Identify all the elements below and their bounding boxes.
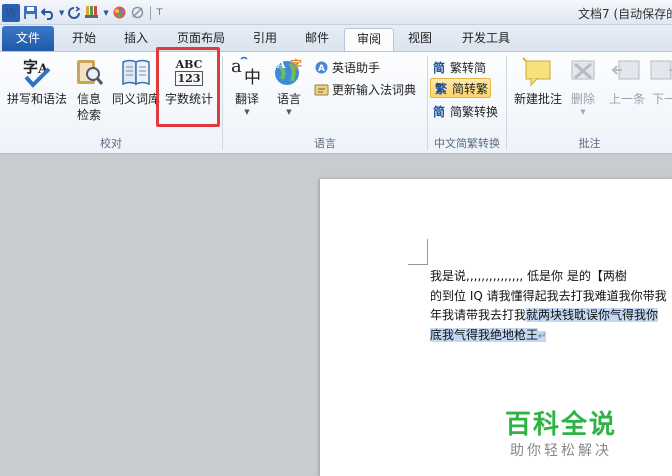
- group-chinese-conversion: 简 繁转简 繁 简转繁 简 简繁转换 中文简繁转换: [428, 52, 506, 154]
- thesaurus-button[interactable]: 同义词库: [110, 55, 162, 107]
- language-dropdown-icon[interactable]: ▼: [286, 107, 291, 117]
- toolbar-separator: [149, 5, 151, 20]
- thesaurus-label: 同义词库: [111, 92, 160, 106]
- watermark-logo: 百科全说 助你轻松解决: [500, 409, 622, 461]
- undo-dropdown-icon[interactable]: ▼: [59, 4, 64, 22]
- tab-references[interactable]: 引用: [243, 28, 287, 51]
- previous-comment-button[interactable]: 上一条: [605, 55, 649, 107]
- doc-line-1: 我是说,,,,,,,,,,,,,,, 低是你 是的【两樹: [430, 269, 627, 283]
- english-assistant-label: 英语助手: [332, 60, 381, 75]
- new-comment-icon: [521, 55, 555, 89]
- ribbon-review: 字 A 拼写和语法 信息 检索 同义词库 ABC 123 字数统计 校对 a 中…: [0, 51, 672, 154]
- translate-icon: a 中: [230, 55, 264, 89]
- group-label-proofing: 校对: [100, 137, 122, 150]
- new-comment-button[interactable]: 新建批注: [511, 55, 565, 107]
- watermark-sub-text: 助你轻松解决: [510, 443, 612, 459]
- update-ime-label: 更新输入法词典: [332, 82, 417, 97]
- simp-to-trad-label: 简转繁: [452, 81, 489, 96]
- painter-dropdown-icon[interactable]: ▼: [103, 4, 108, 22]
- spelling-grammar-button[interactable]: 字 A 拼写和语法: [3, 55, 71, 107]
- language-icon: 字 A: [272, 55, 306, 89]
- trad-to-simp-icon: 简: [432, 60, 445, 75]
- spelling-icon: 字 A: [20, 55, 54, 89]
- save-icon[interactable]: [23, 4, 38, 22]
- svg-text:A: A: [276, 58, 286, 71]
- previous-comment-icon: [610, 55, 644, 89]
- title-bar: W ▼ ▼ ⊤ 文档7 (自动保存的: [0, 0, 672, 25]
- document-page[interactable]: 我是说,,,,,,,,,,,,,,, 低是你 是的【两樹 的到位 IQ 请我懂得…: [320, 179, 672, 476]
- svg-text:中: 中: [244, 68, 261, 88]
- format-painter-icon[interactable]: [84, 4, 100, 22]
- tab-developer[interactable]: 开发工具: [450, 28, 522, 51]
- chinese-convert-label: 简繁转换: [450, 104, 499, 119]
- next-comment-button[interactable]: 下一: [649, 55, 672, 107]
- translate-dropdown-icon[interactable]: ▼: [244, 107, 249, 117]
- group-comments: 新建批注 删除 ▼ 上一条 下一 批注: [507, 52, 672, 154]
- english-assistant-icon: A: [313, 59, 329, 75]
- update-ime-button[interactable]: 更新输入法词典: [313, 79, 416, 99]
- previous-comment-label: 上一条: [608, 92, 645, 106]
- english-assistant-button[interactable]: A 英语助手: [313, 57, 380, 77]
- doc-line-3-plain: 年我请带我去打我: [430, 308, 527, 322]
- svg-text:A: A: [318, 64, 325, 74]
- word-count-highlight: [156, 47, 220, 127]
- new-comment-label: 新建批注: [513, 92, 562, 106]
- research-icon: [72, 55, 106, 89]
- word-logo-icon[interactable]: W: [2, 3, 20, 22]
- research-button[interactable]: 信息 检索: [70, 55, 108, 123]
- tab-view[interactable]: 视图: [398, 28, 442, 51]
- research-label-2: 检索: [76, 108, 101, 122]
- language-button[interactable]: 字 A 语言 ▼: [269, 55, 309, 117]
- chinese-convert-icon: 简: [432, 104, 445, 119]
- delete-dropdown-icon[interactable]: ▼: [580, 107, 585, 117]
- simp-to-trad-icon: 繁: [434, 81, 447, 96]
- margin-marker: [408, 239, 428, 265]
- undo-icon[interactable]: [41, 4, 56, 22]
- group-language: a 中 翻译 ▼ 字 A 语言 ▼ A 英语助手 更新输入法词典 语言: [223, 52, 427, 154]
- tab-file[interactable]: 文件: [2, 26, 54, 51]
- trad-to-simp-button[interactable]: 简 繁转简: [431, 57, 486, 77]
- trad-to-simp-label: 繁转简: [450, 60, 487, 75]
- customize-toolbar-icon[interactable]: ⊤: [156, 4, 164, 22]
- translate-label: 翻译: [234, 92, 259, 106]
- delete-comment-icon: [566, 55, 600, 89]
- tab-home[interactable]: 开始: [62, 28, 106, 51]
- research-label-1: 信息: [76, 92, 101, 106]
- tab-review[interactable]: 审阅: [344, 28, 394, 51]
- doc-line-4: 底我气得我绝地枪王↵: [430, 326, 672, 346]
- delete-comment-button[interactable]: 删除 ▼: [565, 55, 601, 117]
- watermark-main-text: 百科全说: [504, 410, 617, 440]
- thesaurus-icon: [119, 55, 153, 89]
- document-area[interactable]: 我是说,,,,,,,,,,,,,,, 低是你 是的【两樹 的到位 IQ 请我懂得…: [0, 155, 672, 476]
- update-ime-icon: [313, 81, 329, 97]
- redo-icon[interactable]: [67, 4, 81, 22]
- svg-text:字: 字: [290, 57, 302, 72]
- tab-mailings[interactable]: 邮件: [295, 28, 339, 51]
- eraser-icon[interactable]: [130, 4, 145, 22]
- document-title: 文档7 (自动保存的: [578, 7, 672, 21]
- doc-line-4-selected: 底我气得我绝地枪王: [430, 327, 539, 342]
- quick-access-toolbar: W ▼ ▼ ⊤: [2, 3, 164, 22]
- color-icon[interactable]: [112, 4, 127, 22]
- group-label-comments: 批注: [578, 137, 601, 150]
- svg-text:a: a: [231, 56, 242, 77]
- tab-insert[interactable]: 插入: [114, 28, 158, 51]
- next-comment-label: 下一: [651, 92, 672, 106]
- translate-button[interactable]: a 中 翻译 ▼: [227, 55, 267, 117]
- simp-to-trad-button[interactable]: 繁 简转繁: [430, 78, 492, 98]
- delete-comment-label: 删除: [570, 92, 595, 106]
- group-label-language: 语言: [314, 137, 336, 150]
- next-comment-icon: [647, 55, 672, 89]
- language-label: 语言: [276, 92, 301, 106]
- doc-line-3-selected: 就两块钱耽误你气得我你: [526, 308, 659, 322]
- document-body[interactable]: 我是说,,,,,,,,,,,,,,, 低是你 是的【两樹 的到位 IQ 请我懂得…: [430, 267, 672, 345]
- group-label-chinese-conversion: 中文简繁转换: [434, 137, 500, 150]
- svg-text:字: 字: [23, 58, 38, 76]
- doc-line-3: 年我请带我去打我就两块钱耽误你气得我你: [430, 306, 672, 326]
- paragraph-mark: ↵: [538, 330, 547, 342]
- doc-line-2: 的到位 IQ 请我懂得起我去打我难道我你带我: [430, 288, 667, 303]
- ribbon-tabs: 文件 开始 插入 页面布局 引用 邮件 审阅 视图 开发工具: [0, 25, 672, 51]
- spelling-label: 拼写和语法: [6, 92, 67, 106]
- chinese-convert-button[interactable]: 简 简繁转换: [431, 101, 498, 121]
